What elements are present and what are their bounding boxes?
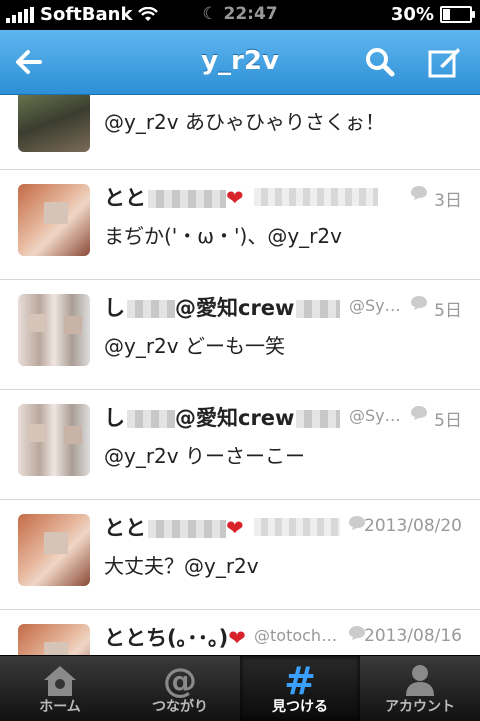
mosaic-blur — [28, 314, 46, 332]
handle-mosaic — [254, 188, 378, 206]
tweet-header: ととち(｡･･｡)❤ @totoch… 2013/08/16 — [104, 622, 462, 652]
user-name: し @愛知crew — [104, 292, 341, 322]
tweet-header: とと ❤ 3日 — [104, 182, 462, 212]
tweet-text: @y_r2v あひゃひゃりさくぉ！ — [104, 110, 385, 134]
avatar[interactable] — [18, 624, 90, 655]
heart-icon: ❤ — [226, 186, 244, 210]
heart-icon: ❤ — [228, 626, 246, 650]
tab-home[interactable]: ホーム — [0, 656, 120, 721]
person-icon — [406, 665, 434, 696]
tweet-row[interactable]: とと ❤ 2013/08/20 大丈夫？@y_r2v — [0, 500, 480, 610]
tab-bar: ホーム @ つながり # 見つける アカウント — [0, 655, 480, 721]
tweet-header: し @愛知crew @Sy… 5日 — [104, 292, 462, 322]
tab-label: アカウント — [385, 699, 455, 715]
tab-label: 見つける — [272, 699, 328, 715]
tweet-row[interactable]: とと ❤ 3日 まぢか('・ω・')、@y_r2v — [0, 170, 480, 280]
tweet-text: 大丈夫？@y_r2v — [104, 554, 259, 578]
battery-icon — [440, 6, 475, 23]
reply-icon — [411, 296, 427, 310]
mosaic-blur — [64, 426, 82, 444]
tab-connect[interactable]: @ つながり — [120, 656, 240, 721]
mosaic-blur — [64, 316, 82, 334]
battery-percent: 30% — [390, 4, 434, 25]
tab-label: ホーム — [39, 699, 81, 715]
avatar[interactable] — [18, 514, 90, 586]
mosaic-blur — [44, 642, 68, 655]
user-handle: @Sy… — [349, 296, 401, 315]
tweet-header: とと ❤ 2013/08/20 — [104, 512, 462, 542]
avatar[interactable] — [18, 294, 90, 366]
name-mosaic — [296, 300, 341, 318]
avatar[interactable] — [18, 95, 90, 152]
tweet-text: @y_r2v りーさーこー — [104, 444, 305, 468]
user-name-suffix: @愛知crew — [175, 296, 295, 320]
tweet-row[interactable]: し @愛知crew @Sy… 5日 @y_r2v りーさーこー — [0, 390, 480, 500]
user-name: し @愛知crew — [104, 402, 341, 432]
tab-account[interactable]: アカウント — [360, 656, 480, 721]
tweet-row[interactable]: し @愛知crew @Sy… 5日 @y_r2v どーも一笑 — [0, 280, 480, 390]
tweet-header: し @愛知crew @Sy… 5日 — [104, 402, 462, 432]
hash-icon: # — [284, 662, 316, 698]
tweet-text: まぢか('・ω・')、@y_r2v — [104, 224, 342, 248]
name-mosaic — [148, 520, 226, 538]
user-name-text: ととち(｡･･｡) — [104, 626, 229, 650]
user-name: とと ❤ — [104, 182, 244, 212]
avatar[interactable] — [18, 404, 90, 476]
tweet-time: 2013/08/20 — [364, 516, 462, 536]
tweet-time: 5日 — [434, 411, 462, 431]
user-name-text: し — [104, 296, 125, 320]
user-handle: @totoch… — [254, 626, 338, 645]
user-name-suffix: @愛知crew — [175, 406, 295, 430]
compose-icon — [428, 48, 460, 78]
reply-icon — [411, 186, 427, 200]
tab-label: つながり — [152, 699, 208, 715]
name-mosaic — [296, 410, 341, 428]
tweet-time: 5日 — [434, 301, 462, 321]
at-icon: @ — [163, 662, 197, 698]
page-title: y_r2v — [201, 46, 279, 76]
tweet-text: @y_r2v どーも一笑 — [104, 334, 285, 358]
search-button[interactable] — [360, 42, 400, 82]
tab-discover[interactable]: # 見つける — [240, 656, 360, 721]
tweet-time: 3日 — [434, 191, 462, 211]
status-bar: SoftBank ☾ 22:47 30% — [0, 0, 480, 30]
battery-fill — [443, 9, 450, 20]
svg-text:@: @ — [163, 662, 197, 698]
svg-text:#: # — [284, 662, 316, 698]
clock-label: 22:47 — [223, 4, 278, 24]
mosaic-blur — [44, 532, 68, 554]
tweet-row[interactable]: ととち(｡･･｡)❤ @totoch… 2013/08/16 — [0, 610, 480, 655]
mosaic-blur — [28, 424, 46, 442]
user-name-text: とと — [104, 516, 146, 540]
moon-icon: ☾ — [202, 4, 218, 24]
name-mosaic — [127, 410, 175, 428]
avatar[interactable] — [18, 184, 90, 256]
user-name-text: し — [104, 406, 125, 430]
home-icon — [44, 666, 76, 696]
user-name-text: とと — [104, 186, 146, 210]
compose-button[interactable] — [424, 42, 464, 82]
user-name: とと ❤ — [104, 512, 244, 542]
name-mosaic — [148, 190, 226, 208]
reply-icon — [411, 406, 427, 420]
heart-icon: ❤ — [226, 516, 244, 540]
handle-mosaic — [254, 518, 340, 536]
name-mosaic — [127, 300, 175, 318]
user-name: ととち(｡･･｡)❤ — [104, 622, 246, 652]
navigation-bar: y_r2v — [0, 30, 480, 95]
mosaic-blur — [44, 202, 68, 224]
tweet-time: 2013/08/16 — [364, 626, 462, 646]
tweet-timeline[interactable]: 3日 @y_r2v あひゃひゃりさくぉ！ とと ❤ 3日 まぢか('・ω・')、@… — [0, 95, 480, 655]
tweet-row[interactable]: 3日 @y_r2v あひゃひゃりさくぉ！ — [0, 95, 480, 170]
user-handle: @Sy… — [349, 406, 401, 425]
search-icon — [366, 48, 395, 77]
